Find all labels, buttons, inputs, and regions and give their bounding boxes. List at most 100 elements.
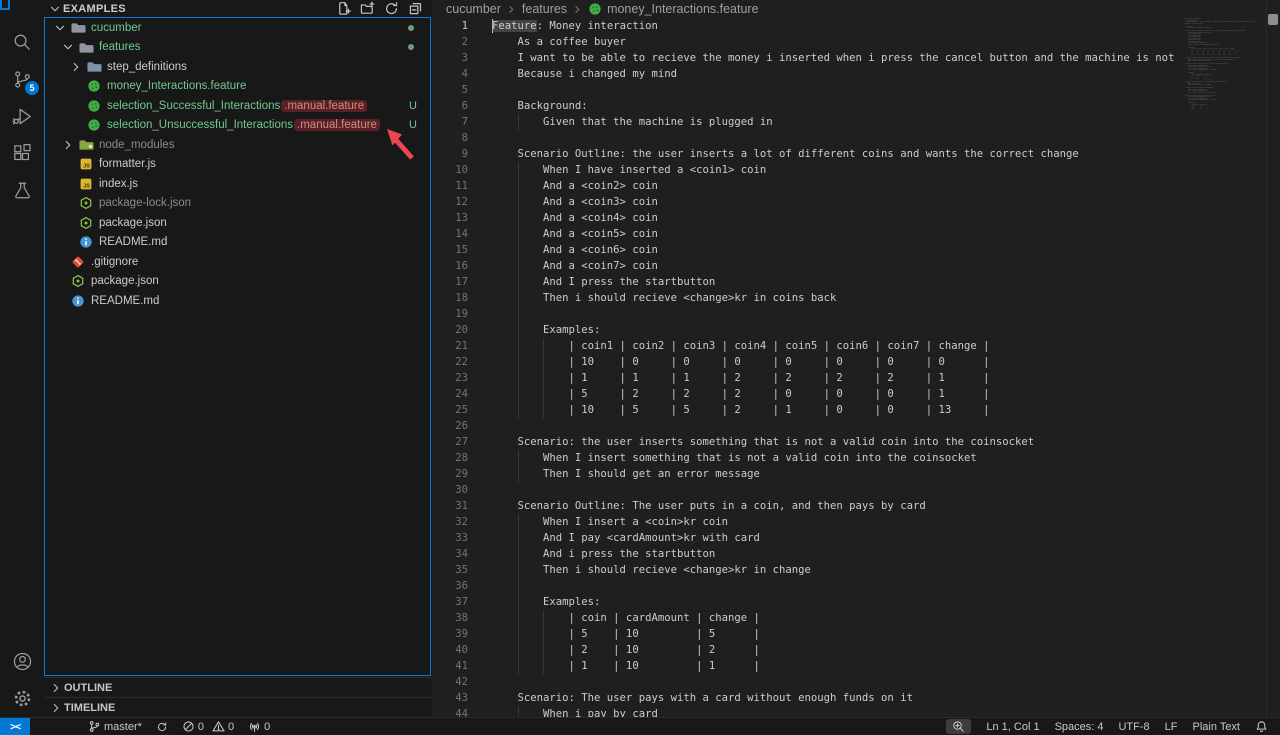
timeline-section[interactable]: TIMELINE	[44, 697, 432, 717]
tree-item-selection-unsuccessful-interactions[interactable]: selection_Unsuccessful_Interactions.manu…	[45, 116, 430, 136]
code-line[interactable]: 32 When I insert a <coin>kr coin	[432, 514, 1280, 530]
problems-status[interactable]: 0 0	[182, 720, 234, 733]
code-line[interactable]: 31 Scenario Outline: The user puts in a …	[432, 498, 1280, 514]
code-line[interactable]: 34 And i press the startbutton	[432, 546, 1280, 562]
code-line[interactable]: 4 Because i changed my mind	[432, 66, 1280, 82]
code-line[interactable]: 42	[432, 674, 1280, 690]
eol-status[interactable]: LF	[1165, 721, 1178, 733]
code-line[interactable]: 9 Scenario Outline: the user inserts a l…	[432, 146, 1280, 162]
breadcrumb-folder[interactable]: features	[522, 2, 567, 16]
code-line[interactable]: 17 And I press the startbutton	[432, 274, 1280, 290]
collapse-all-icon[interactable]	[408, 1, 423, 16]
active-view-indicator-fragment	[0, 0, 10, 10]
error-count: 0	[198, 721, 204, 733]
code-line[interactable]: 33 And I pay <cardAmount>kr with card	[432, 530, 1280, 546]
code-line[interactable]: 30	[432, 482, 1280, 498]
refresh-icon[interactable]	[384, 1, 399, 16]
tree-item-index-js[interactable]: JSindex.js	[45, 174, 430, 194]
code-line[interactable]: 22 | 10 | 0 | 0 | 0 | 0 | 0 | 0 | 0 |	[432, 354, 1280, 370]
language-mode-status[interactable]: Plain Text	[1193, 721, 1241, 733]
code-line[interactable]: 24 | 5 | 2 | 2 | 2 | 0 | 0 | 0 | 1 |	[432, 386, 1280, 402]
code-line[interactable]: 44 When i pay by card	[432, 706, 1280, 717]
breadcrumb-file[interactable]: money_Interactions.feature	[607, 2, 758, 16]
tree-item--gitignore[interactable]: .gitignore	[45, 252, 430, 272]
code-line[interactable]: 38 | coin | cardAmount | change |	[432, 610, 1280, 626]
code-area[interactable]: 1Feature: Money interaction2 As a coffee…	[432, 18, 1280, 717]
code-line[interactable]: 29 Then I should get an error message	[432, 466, 1280, 482]
code-line[interactable]: 6 Background:	[432, 98, 1280, 114]
code-line[interactable]: 1Feature: Money interaction	[432, 18, 1280, 34]
code-line[interactable]: 25 | 10 | 5 | 5 | 2 | 1 | 0 | 0 | 13 |	[432, 402, 1280, 418]
code-line[interactable]: 12 And a <coin3> coin	[432, 194, 1280, 210]
code-line[interactable]: 23 | 1 | 1 | 1 | 2 | 2 | 2 | 2 | 1 |	[432, 370, 1280, 386]
tree-item-readme-md[interactable]: README.md	[45, 291, 430, 311]
extensions-icon[interactable]	[0, 135, 44, 172]
code-line[interactable]: 5	[432, 82, 1280, 98]
code-line[interactable]: 26	[432, 418, 1280, 434]
ports-status[interactable]: 0	[248, 720, 270, 733]
sync-status[interactable]	[156, 721, 168, 733]
code-line[interactable]: 10 When I have inserted a <coin1> coin	[432, 162, 1280, 178]
account-icon[interactable]	[0, 643, 44, 680]
tree-item-step-definitions[interactable]: step_definitions	[45, 57, 430, 77]
tree-item-money-interactions-feature[interactable]: money_Interactions.feature	[45, 77, 430, 97]
code-text: | 5 | 2 | 2 | 2 | 0 | 0 | 0 | 1 |	[492, 386, 989, 402]
branch-icon	[88, 720, 101, 733]
code-line[interactable]: 41 | 1 | 10 | 1 |	[432, 658, 1280, 674]
explorer-section-header[interactable]: EXAMPLES	[44, 0, 432, 17]
run-debug-icon[interactable]	[0, 98, 44, 135]
info-icon	[78, 234, 94, 250]
line-number: 34	[432, 546, 468, 562]
encoding-status[interactable]: UTF-8	[1118, 721, 1149, 733]
outline-section[interactable]: OUTLINE	[44, 677, 432, 697]
node-icon	[78, 215, 94, 231]
testing-icon[interactable]	[0, 172, 44, 209]
code-line[interactable]: 3 I want to be able to recieve the money…	[432, 50, 1280, 66]
file-tree[interactable]: cucumberfeaturesstep_definitionsmoney_In…	[44, 17, 431, 676]
code-line[interactable]: 11 And a <coin2> coin	[432, 178, 1280, 194]
minimap[interactable]: Feature: Money interaction As a coffee b…	[1183, 18, 1266, 717]
code-line[interactable]: 35 Then i should recieve <change>kr in c…	[432, 562, 1280, 578]
code-line[interactable]: 7 Given that the machine is plugged in	[432, 114, 1280, 130]
settings-gear-icon[interactable]	[0, 680, 44, 717]
tree-item-package-lock-json[interactable]: package-lock.json	[45, 194, 430, 214]
code-line[interactable]: 28 When I insert something that is not a…	[432, 450, 1280, 466]
new-folder-icon[interactable]	[360, 1, 375, 16]
tree-item-formatter-js[interactable]: JSformatter.js	[45, 155, 430, 175]
code-line[interactable]: 27 Scenario: the user inserts something …	[432, 434, 1280, 450]
code-line[interactable]: 20 Examples:	[432, 322, 1280, 338]
line-number: 36	[432, 578, 468, 594]
code-line[interactable]: 2 As a coffee buyer	[432, 34, 1280, 50]
breadcrumb-folder[interactable]: cucumber	[446, 2, 501, 16]
code-line[interactable]: 36	[432, 578, 1280, 594]
git-branch-status[interactable]: master*	[88, 720, 142, 733]
search-icon[interactable]	[0, 24, 44, 61]
tree-item-selection-successful-interactions[interactable]: selection_Successful_Interactions.manual…	[45, 96, 430, 116]
code-line[interactable]: 37 Examples:	[432, 594, 1280, 610]
tree-item-node-modules[interactable]: node_modules	[45, 135, 430, 155]
tree-item-readme-md[interactable]: README.md	[45, 233, 430, 253]
code-line[interactable]: 15 And a <coin6> coin	[432, 242, 1280, 258]
code-line[interactable]: 39 | 5 | 10 | 5 |	[432, 626, 1280, 642]
remote-indicator[interactable]: ><	[0, 718, 30, 735]
tree-item-cucumber[interactable]: cucumber	[45, 18, 430, 38]
code-line[interactable]: 18 Then i should recieve <change>kr in c…	[432, 290, 1280, 306]
code-line[interactable]: 16 And a <coin7> coin	[432, 258, 1280, 274]
indentation-status[interactable]: Spaces: 4	[1055, 721, 1104, 733]
new-file-icon[interactable]	[336, 1, 351, 16]
notifications-status[interactable]	[1255, 720, 1268, 733]
tree-item-features[interactable]: features	[45, 38, 430, 58]
code-line[interactable]: 8	[432, 130, 1280, 146]
tree-item-package-json[interactable]: package.json	[45, 213, 430, 233]
zoom-status[interactable]	[946, 719, 971, 734]
code-line[interactable]: 43 Scenario: The user pays with a card w…	[432, 690, 1280, 706]
cursor-position-status[interactable]: Ln 1, Col 1	[986, 721, 1039, 733]
overview-ruler[interactable]	[1266, 0, 1280, 717]
code-line[interactable]: 21 | coin1 | coin2 | coin3 | coin4 | coi…	[432, 338, 1280, 354]
code-line[interactable]: 40 | 2 | 10 | 2 |	[432, 642, 1280, 658]
code-line[interactable]: 14 And a <coin5> coin	[432, 226, 1280, 242]
code-line[interactable]: 13 And a <coin4> coin	[432, 210, 1280, 226]
code-line[interactable]: 19	[432, 306, 1280, 322]
tree-item-package-json[interactable]: package.json	[45, 272, 430, 292]
source-control-icon[interactable]: 5	[0, 61, 44, 98]
